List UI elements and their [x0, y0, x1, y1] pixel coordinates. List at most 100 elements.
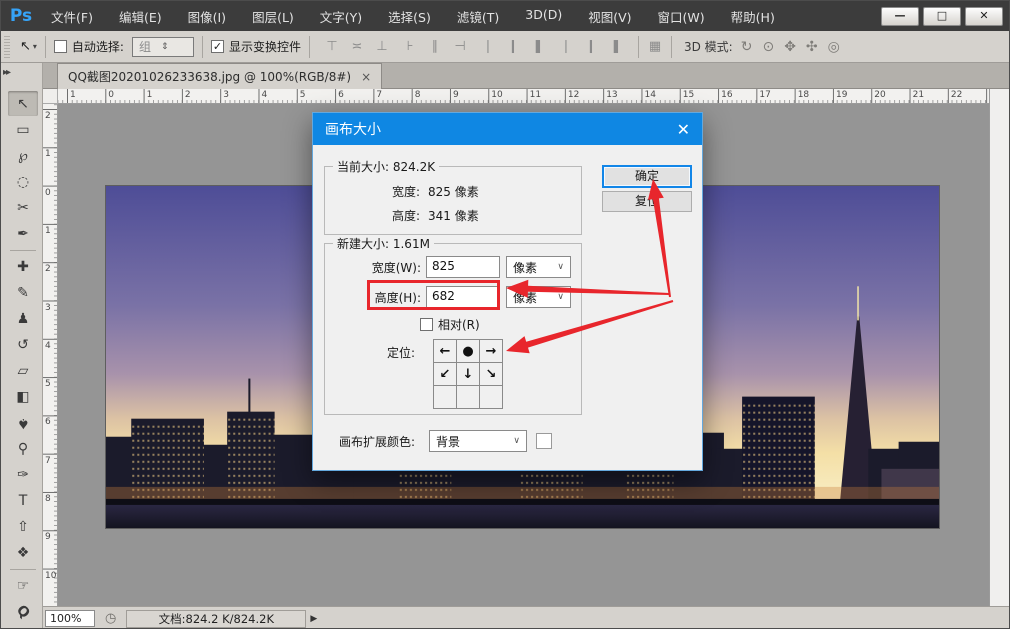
eyedropper-tool[interactable]: ✒: [8, 221, 38, 246]
anchor-cell-top-center[interactable]: ●: [456, 339, 480, 363]
3d-drag-icon[interactable]: ✥: [784, 39, 796, 55]
horizontal-ruler[interactable]: 1 0 1 2 3 4 5 6 7 8 9 10 11 12 13 14 15 16 17 18 19 20 21 22: [43, 89, 989, 104]
ruler-left-number: 2: [45, 264, 51, 275]
align-left-edges-icon[interactable]: ⊦: [402, 39, 418, 54]
vertical-scrollbar[interactable]: [989, 89, 1009, 606]
tab-close-icon[interactable]: ×: [361, 70, 371, 84]
3d-slide-icon[interactable]: ✣: [806, 39, 818, 55]
minimize-button[interactable]: —: [881, 6, 919, 26]
document-tab[interactable]: QQ截图20201026233638.jpg @ 100%(RGB/8#) ×: [57, 63, 383, 89]
anchor-cell-bottom-center[interactable]: [456, 385, 480, 409]
align-horizontal-centers-icon[interactable]: ∥: [427, 39, 443, 54]
eraser-tool[interactable]: ▱: [8, 358, 38, 383]
anchor-cell-top-right[interactable]: →: [479, 339, 503, 363]
menu-item-edit[interactable]: 编辑(E): [109, 3, 172, 30]
ruler-top-number: 17: [759, 90, 771, 100]
crop-tool[interactable]: ✂: [8, 195, 38, 220]
auto-select-checkbox[interactable]: [53, 40, 67, 53]
distribute-horizontal-centers-icon[interactable]: ❙: [583, 39, 599, 54]
maximize-button[interactable]: □: [923, 6, 961, 26]
reset-button[interactable]: 复位: [602, 191, 692, 212]
distribute-left-edges-icon[interactable]: ❘: [558, 39, 574, 54]
highlight-rectangle: [367, 280, 500, 310]
anchor-cell-middle-center[interactable]: ↓: [456, 362, 480, 386]
menu-item-view[interactable]: 视图(V): [578, 3, 641, 30]
pen-tool[interactable]: ✑: [8, 462, 38, 487]
hand-icon: ☞: [16, 577, 30, 594]
dialog-close-icon[interactable]: ✕: [677, 120, 690, 139]
menu-item-3d[interactable]: 3D(D): [515, 3, 572, 30]
distribute-bottom-edges-icon[interactable]: ❚: [530, 39, 546, 54]
history-brush-tool[interactable]: ↺: [8, 332, 38, 357]
menu-item-window[interactable]: 窗口(W): [648, 3, 715, 30]
align-bottom-edges-icon[interactable]: ⊥: [374, 39, 390, 54]
anchor-cell-middle-left[interactable]: ↙: [433, 362, 457, 386]
menu-item-image[interactable]: 图像(I): [178, 3, 236, 30]
rectangular-marquee-tool[interactable]: ▭: [8, 117, 38, 142]
ruler-left-number: 3: [45, 302, 51, 313]
zoom-level-field[interactable]: 100%: [45, 610, 95, 627]
status-expand-icon[interactable]: ▶: [310, 614, 317, 624]
anchor-cell-bottom-left[interactable]: [433, 385, 457, 409]
zoom-tool[interactable]: Q: [8, 599, 38, 624]
status-bar: 100% ◷ 文档:824.2 K/824.2K ▶: [43, 606, 1009, 628]
tab-bar: QQ截图20201026233638.jpg @ 100%(RGB/8#) ×: [43, 63, 1009, 89]
photoshop-window: Ps 文件(F) 编辑(E) 图像(I) 图层(L) 文字(Y) 选择(S) 滤镜(T) 3D…: [0, 0, 1010, 629]
3d-rotate-icon[interactable]: ↻: [741, 39, 753, 55]
close-button[interactable]: ✕: [965, 6, 1003, 26]
move-tool[interactable]: ↖: [8, 91, 38, 116]
tool-preset-dropdown-icon[interactable]: ▾: [33, 42, 37, 51]
lasso-tool[interactable]: ℘: [8, 143, 38, 168]
ruler-left-number: 10: [45, 570, 57, 581]
align-vertical-centers-icon[interactable]: ≍: [349, 39, 365, 54]
menu-item-layer[interactable]: 图层(L): [242, 3, 304, 30]
brush-tool[interactable]: ✎: [8, 280, 38, 305]
auto-align-layers-icon[interactable]: ▦: [647, 39, 663, 54]
separator: [44, 35, 46, 58]
dodge-tool[interactable]: ⚲: [8, 436, 38, 461]
ruler-top-number: 6: [338, 90, 344, 100]
ruler-corner: [43, 89, 58, 104]
distribute-vertical-centers-icon[interactable]: ❙: [505, 39, 521, 54]
path-selection-tool[interactable]: ⇧: [8, 514, 38, 539]
vertical-ruler[interactable]: 2101234567891011: [43, 104, 58, 606]
paint-bucket-tool[interactable]: ◧: [8, 384, 38, 409]
distribute-top-edges-icon[interactable]: ❘: [480, 39, 496, 54]
healing-brush-tool[interactable]: ✚: [8, 254, 38, 279]
3d-roll-icon[interactable]: ⊙: [762, 39, 774, 55]
height-unit-select[interactable]: 像素 ∨: [506, 286, 571, 308]
auto-select-target-select[interactable]: 组 ⇕: [131, 36, 194, 57]
new-width-input[interactable]: 825: [426, 256, 500, 278]
show-transform-checkbox[interactable]: ✓: [210, 40, 224, 53]
ruler-left-number: 5: [45, 379, 51, 390]
custom-shape-tool[interactable]: ❖: [8, 540, 38, 565]
canvas-extension-color-select[interactable]: 背景 ∨: [429, 430, 527, 452]
menu-item-file[interactable]: 文件(F): [41, 3, 103, 30]
menu-item-help[interactable]: 帮助(H): [721, 3, 785, 30]
ruler-top-number: 13: [606, 90, 618, 100]
dialog-title-bar[interactable]: 画布大小 ✕: [313, 113, 702, 145]
ruler-top-number: 18: [797, 90, 810, 100]
distribute-right-edges-icon[interactable]: ❚: [608, 39, 624, 54]
canvas-extension-color-swatch[interactable]: [536, 433, 552, 449]
status-menu-icon[interactable]: ◷: [105, 611, 116, 626]
hand-tool[interactable]: ☞: [8, 573, 38, 598]
clone-stamp-tool[interactable]: ♟: [8, 306, 38, 331]
quick-selection-tool[interactable]: ◌: [8, 169, 38, 194]
collapse-panels-chevron-icon[interactable]: ▸▸: [3, 67, 11, 78]
anchor-cell-bottom-right[interactable]: [479, 385, 503, 409]
anchor-cell-middle-right[interactable]: ↘: [479, 362, 503, 386]
blur-tool[interactable]: ♠: [8, 410, 38, 435]
align-top-edges-icon[interactable]: ⊤: [324, 39, 340, 54]
menu-item-select[interactable]: 选择(S): [378, 3, 441, 30]
align-right-edges-icon[interactable]: ⊣: [452, 39, 468, 54]
width-unit-select[interactable]: 像素 ∨: [506, 256, 571, 278]
menu-item-filter[interactable]: 滤镜(T): [447, 3, 509, 30]
3d-mode-icons: ↻ ⊙ ✥ ✣ ◎: [741, 39, 840, 55]
relative-checkbox[interactable]: [420, 318, 433, 331]
menu-item-type[interactable]: 文字(Y): [310, 3, 372, 30]
type-tool[interactable]: T: [8, 488, 38, 513]
3d-scale-icon[interactable]: ◎: [828, 39, 840, 55]
ok-button[interactable]: 确定: [602, 165, 692, 188]
anchor-cell-top-left[interactable]: ←: [433, 339, 457, 363]
